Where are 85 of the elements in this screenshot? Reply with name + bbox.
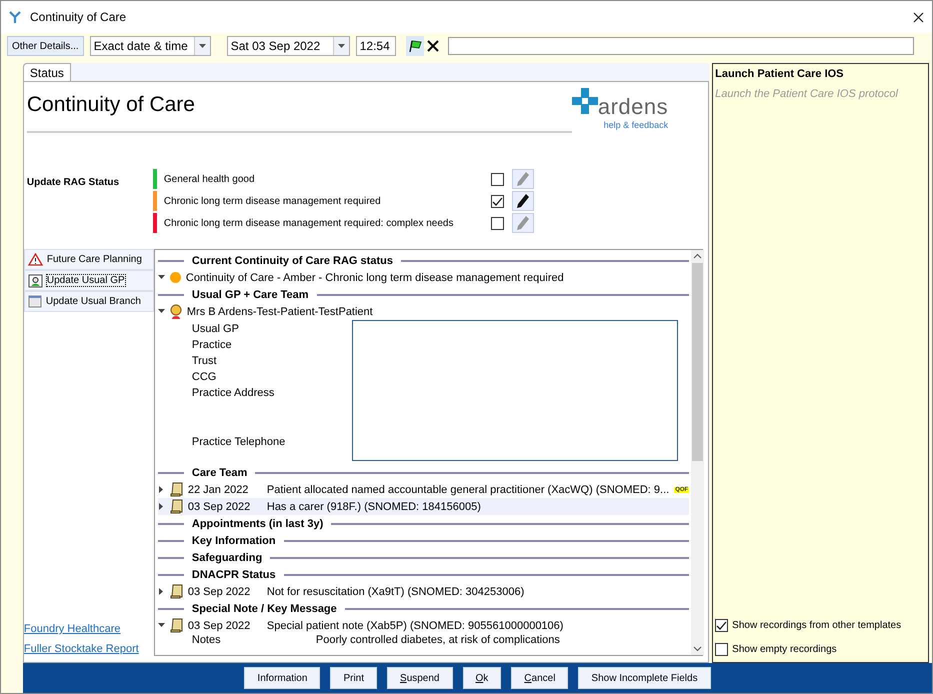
- field-label: CCG: [192, 371, 218, 385]
- checkbox-label: Show empty recordings: [732, 644, 837, 654]
- status-text: Continuity of Care - Amber - Chronic long term disease management required: [186, 272, 565, 284]
- field-label: Usual GP: [192, 323, 240, 337]
- entry-text: Not for resuscitation (Xa9tT) (SNOMED: 304253006): [266, 586, 526, 598]
- rag-option: Chronic long term disease management required: complex needs: [156, 218, 491, 228]
- entry-text: Patient allocated named accountable general practitioner (XacWQ) (SNOMED: 9...: [266, 484, 670, 496]
- nav-button[interactable]: Update Usual GP: [24, 270, 154, 291]
- collapse-arrow-icon[interactable]: [158, 308, 165, 315]
- field-label: Trust: [192, 355, 218, 369]
- scroll-icon: [170, 499, 183, 514]
- expand-arrow-icon[interactable]: [158, 588, 165, 595]
- section-title: Usual GP + Care Team: [192, 288, 309, 300]
- nav-button[interactable]: Future Care Planning: [24, 249, 154, 270]
- section-title: DNACPR Status: [192, 568, 276, 580]
- checkbox[interactable]: [490, 194, 504, 208]
- rag-label: Update RAG Status: [26, 177, 120, 190]
- other-details-button[interactable]: Other Details...: [7, 36, 84, 56]
- entry-date: 03 Sep 2022: [188, 620, 252, 632]
- logo-text: ardens: [598, 94, 668, 120]
- section-title: Safeguarding: [192, 552, 262, 564]
- footer-button[interactable]: Information: [244, 667, 320, 689]
- window-title: Continuity of Care: [30, 10, 128, 24]
- collapse-arrow-icon[interactable]: [158, 274, 165, 281]
- checkbox[interactable]: [490, 216, 504, 230]
- entry-date: 03 Sep 2022: [188, 586, 252, 598]
- footer-button[interactable]: Suspend: [387, 667, 452, 689]
- side-panel-title: Launch Patient Care IOS: [715, 68, 845, 80]
- link[interactable]: Fuller Stocktake Report: [24, 643, 154, 655]
- help-link[interactable]: help & feedback: [604, 120, 668, 130]
- page-heading: Continuity of Care: [26, 93, 196, 117]
- scrollbar-thumb[interactable]: [692, 263, 704, 461]
- cross-logo-icon: [572, 88, 598, 114]
- detail-label: Notes: [192, 634, 222, 648]
- checkbox[interactable]: [715, 642, 728, 656]
- expand-arrow-icon[interactable]: [158, 486, 165, 493]
- date-dropdown[interactable]: Sat 03 Sep 2022: [226, 36, 350, 56]
- person-icon: [28, 274, 43, 288]
- collapse-arrow-icon[interactable]: [158, 622, 165, 629]
- pencil-icon[interactable]: [512, 191, 534, 211]
- section-title: Current Continuity of Care RAG status: [192, 254, 393, 266]
- app-logo-icon: [9, 10, 22, 24]
- footer-button[interactable]: Print: [330, 667, 378, 689]
- link[interactable]: Foundry Healthcare: [24, 623, 154, 635]
- expand-arrow-icon[interactable]: [158, 503, 165, 510]
- scroll-icon: [170, 618, 183, 633]
- text-field[interactable]: [448, 37, 914, 55]
- entry-row[interactable]: 03 Sep 2022 Has a carer (918F.) (SNOMED: 184156005): [158, 498, 690, 515]
- checkbox[interactable]: [490, 172, 504, 186]
- flag-icon[interactable]: [406, 36, 424, 56]
- entry-row[interactable]: 03 Sep 2022 Special patient note (Xab5P) (SNOMED: 905561000000106): [158, 617, 690, 634]
- field-label: Practice Address: [192, 387, 276, 401]
- person-icon: [170, 304, 182, 319]
- entry-text: Has a carer (918F.) (SNOMED: 184156005): [266, 500, 482, 512]
- entry-row[interactable]: 03 Sep 2022 Not for resuscitation (Xa9tT) (SNOMED: 304253006): [158, 583, 690, 600]
- footer-button[interactable]: Show Incomplete Fields: [578, 667, 711, 689]
- close-icon[interactable]: [913, 12, 924, 22]
- checkbox-label: Show recordings from other templates: [732, 620, 902, 630]
- section-title: Special Note / Key Message: [192, 602, 337, 614]
- entry-date: 22 Jan 2022: [188, 484, 250, 496]
- field-label: Practice: [192, 339, 233, 353]
- patient-name: Mrs B Ardens-Test-Patient-TestPatient: [186, 306, 374, 318]
- section-title: Care Team: [192, 466, 248, 478]
- section-title: Key Information: [192, 534, 276, 546]
- rag-option: Chronic long term disease management required: [156, 196, 491, 206]
- time-field[interactable]: 12:54: [356, 36, 396, 56]
- rag-option: General health good: [156, 174, 491, 184]
- scroll-icon: [170, 584, 183, 599]
- date-mode-dropdown[interactable]: Exact date & time: [90, 36, 211, 56]
- side-panel-description: Launch the Patient Care IOS protocol: [715, 88, 900, 100]
- scroll-icon: [170, 482, 183, 497]
- window-icon: [28, 295, 42, 308]
- footer-button[interactable]: Cancel: [511, 667, 568, 689]
- entry-date: 03 Sep 2022: [188, 500, 252, 512]
- caret-icon: [338, 44, 345, 48]
- caret-icon: [198, 44, 206, 48]
- footer-button[interactable]: Ok: [462, 667, 502, 689]
- warning-icon: [28, 253, 43, 266]
- tab[interactable]: Status: [22, 63, 71, 81]
- section-title: Appointments (in last 3y): [192, 518, 324, 530]
- entry-text: Special patient note (Xab5P) (SNOMED: 905561000000106): [266, 620, 564, 632]
- field-label: Practice Telephone: [192, 436, 286, 450]
- detail-value: Poorly controlled diabetes, at risk of complications: [316, 634, 560, 648]
- nav-button[interactable]: Update Usual Branch: [24, 291, 154, 312]
- checkbox[interactable]: [715, 618, 728, 632]
